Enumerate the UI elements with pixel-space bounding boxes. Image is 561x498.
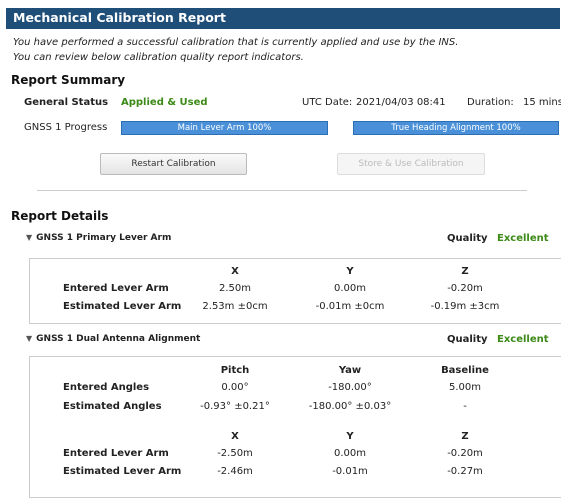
col-header-baseline: Baseline: [441, 365, 489, 376]
entered-lever-arm-z: -0.20m: [447, 283, 483, 294]
entered-lever-arm-label: Entered Lever Arm: [63, 283, 169, 294]
dual-estimated-lever-arm-y: -0.01m: [332, 466, 368, 477]
restart-calibration-button[interactable]: Restart Calibration: [100, 153, 247, 175]
section-divider: [37, 190, 527, 191]
primary-lever-arm-section-toggle[interactable]: ▼ GNSS 1 Primary Lever Arm: [26, 233, 171, 243]
dual-estimated-lever-arm-label: Estimated Lever Arm: [63, 466, 182, 477]
col-header-z: Z: [461, 266, 469, 277]
col-header-yaw: Yaw: [338, 365, 362, 376]
utc-date-label: UTC Date:: [302, 97, 353, 108]
collapse-triangle-icon: ▼: [26, 334, 33, 343]
duration-value: 15 mins: [523, 97, 561, 108]
primary-quality-label: Quality: [447, 233, 488, 244]
estimated-lever-arm-z: -0.19m ±3cm: [430, 301, 500, 312]
dual-antenna-title: GNSS 1 Dual Antenna Alignment: [36, 334, 201, 344]
estimated-angles-label: Estimated Angles: [63, 401, 162, 412]
estimated-angles-pitch: -0.93° ±0.21°: [200, 401, 270, 412]
col-header-y: Y: [346, 266, 354, 277]
page-title: Mechanical Calibration Report: [13, 10, 226, 25]
general-status-value: Applied & Used: [121, 97, 208, 108]
main-lever-arm-progress-bar: Main Lever Arm 100%: [121, 121, 328, 135]
intro-line-2: You can review below calibration quality…: [13, 52, 304, 63]
true-heading-alignment-progress-bar: True Heading Alignment 100%: [353, 121, 559, 135]
entered-lever-arm-x: 2.50m: [218, 283, 251, 294]
primary-lever-arm-title: GNSS 1 Primary Lever Arm: [36, 233, 172, 243]
estimated-angles-baseline: -: [463, 401, 467, 412]
col-header-z: Z: [461, 431, 469, 442]
utc-date-value: 2021/04/03 08:41: [356, 97, 446, 108]
dual-antenna-section-toggle[interactable]: ▼ GNSS 1 Dual Antenna Alignment: [26, 334, 200, 344]
entered-angles-baseline: 5.00m: [448, 382, 481, 393]
col-header-x: X: [231, 266, 239, 277]
dual-quality-label: Quality: [447, 334, 488, 345]
col-header-pitch: Pitch: [220, 365, 250, 376]
collapse-triangle-icon: ▼: [26, 233, 33, 242]
estimated-angles-yaw: -180.00° ±0.03°: [308, 401, 392, 412]
dual-entered-lever-arm-label: Entered Lever Arm: [63, 448, 169, 459]
dual-entered-lever-arm-y: 0.00m: [333, 448, 366, 459]
primary-quality-value: Excellent: [497, 233, 549, 244]
intro-line-1: You have performed a successful calibrat…: [13, 37, 459, 48]
dual-estimated-lever-arm-z: -0.27m: [447, 466, 483, 477]
entered-lever-arm-y: 0.00m: [333, 283, 366, 294]
estimated-lever-arm-x: 2.53m ±0cm: [202, 301, 268, 312]
title-bar: Mechanical Calibration Report: [6, 8, 560, 29]
estimated-lever-arm-label: Estimated Lever Arm: [63, 301, 182, 312]
dual-estimated-lever-arm-x: -2.46m: [217, 466, 253, 477]
general-status-label: General Status: [24, 97, 109, 108]
col-header-y: Y: [346, 431, 354, 442]
dual-entered-lever-arm-x: -2.50m: [217, 448, 253, 459]
entered-angles-pitch: 0.00°: [221, 382, 249, 393]
duration-label: Duration:: [467, 97, 514, 108]
dual-quality-value: Excellent: [497, 334, 549, 345]
gnss-progress-label: GNSS 1 Progress: [24, 122, 108, 133]
report-details-heading: Report Details: [11, 209, 109, 223]
entered-angles-label: Entered Angles: [63, 382, 150, 393]
estimated-lever-arm-y: -0.01m ±0cm: [315, 301, 385, 312]
col-header-x: X: [231, 431, 239, 442]
entered-angles-yaw: -180.00°: [328, 382, 372, 393]
store-use-calibration-button[interactable]: Store & Use Calibration: [337, 153, 485, 175]
dual-entered-lever-arm-z: -0.20m: [447, 448, 483, 459]
report-summary-heading: Report Summary: [11, 73, 126, 87]
